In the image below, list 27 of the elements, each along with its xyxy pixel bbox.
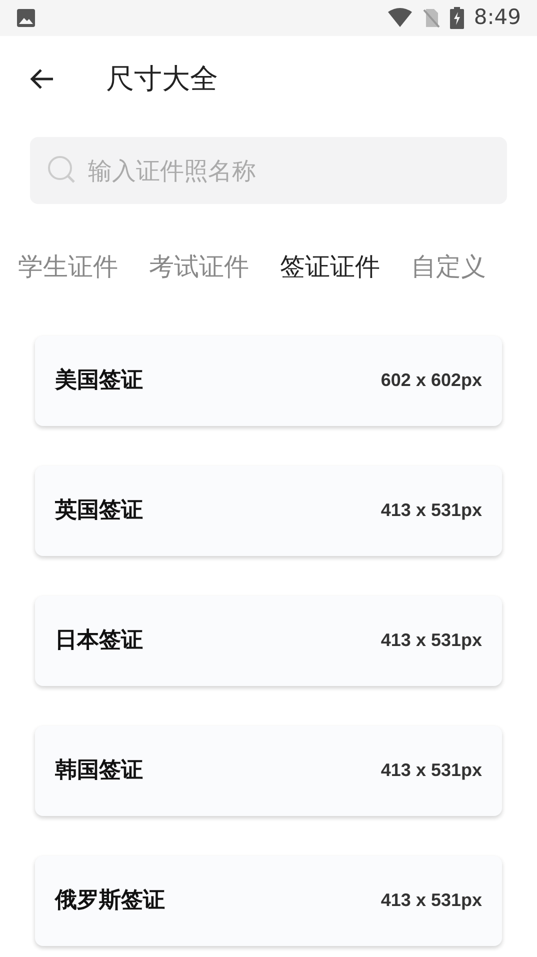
size-card[interactable]: 俄罗斯签证 413 x 531px [35,856,502,946]
photo-size: 413 x 531px [380,499,482,522]
category-tab[interactable]: 学生证件 [18,248,118,286]
photo-size: 602 x 602px [380,369,482,392]
visa-name: 英国签证 [55,497,143,525]
photo-size: 413 x 531px [380,759,482,782]
status-time: 8:49 [474,4,521,32]
battery-icon [450,7,464,29]
size-card[interactable]: 韩国签证 413 x 531px [35,726,502,816]
visa-name: 韩国签证 [55,757,143,785]
category-tab[interactable]: 自定义 [411,248,486,286]
category-tab[interactable]: 签证证件 [280,248,380,286]
category-tab[interactable]: 考试证件 [149,248,249,286]
photo-size: 413 x 531px [380,629,482,652]
visa-name: 日本签证 [55,627,143,655]
search-field[interactable]: 输入证件照名称 [30,137,507,204]
back-arrow-icon [29,68,55,90]
no-sim-icon [422,8,440,28]
size-card[interactable]: 日本签证 413 x 531px [35,596,502,686]
visa-name: 美国签证 [55,366,143,395]
photo-size: 413 x 531px [380,889,482,912]
image-icon [16,8,36,28]
size-card[interactable]: 美国签证 602 x 602px [35,336,502,426]
visa-name: 俄罗斯签证 [55,887,165,915]
wifi-icon [388,8,412,28]
page-title: 尺寸大全 [106,61,218,97]
size-card[interactable]: 英国签证 413 x 531px [35,466,502,556]
